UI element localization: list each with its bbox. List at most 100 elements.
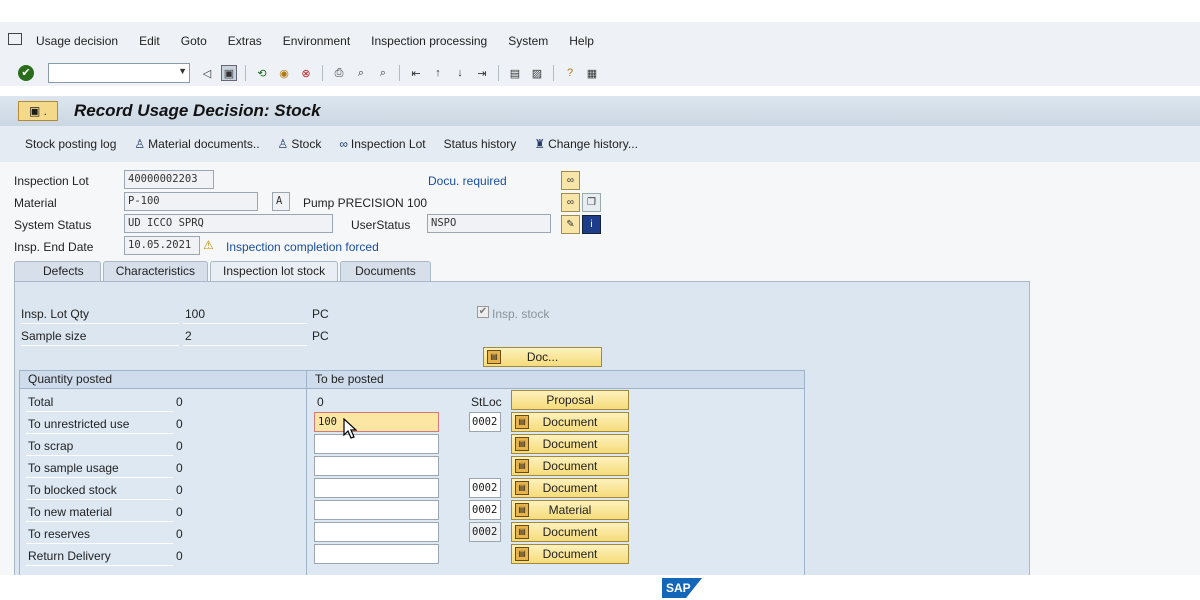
save-icon[interactable]: ▣ <box>221 65 237 81</box>
find-next-icon[interactable]: ⌕ <box>375 65 391 81</box>
menu-extras[interactable]: Extras <box>228 34 262 48</box>
material-field[interactable]: P-100 <box>124 192 258 211</box>
qp-row-value: 0 <box>176 549 183 563</box>
print-icon[interactable]: ⎙ <box>331 65 347 81</box>
inspection-lot-field[interactable]: 40000002203 <box>124 170 214 189</box>
person-icon: ♙ <box>134 137 146 151</box>
qp-row-label: To scrap <box>28 439 74 453</box>
stock-posting-log-label: Stock posting log <box>25 137 117 151</box>
inspection-lot-glasses-icon[interactable]: ∞ <box>561 171 580 190</box>
menu-goto[interactable]: Goto <box>181 34 207 48</box>
new-material-qty-input[interactable] <box>314 500 439 520</box>
document-icon: ▤ <box>515 415 529 429</box>
first-page-icon[interactable]: ⇤ <box>408 65 424 81</box>
scrap-document-button[interactable]: ▤ Document <box>511 434 629 454</box>
blocked-stock-qty-input[interactable] <box>314 478 439 498</box>
separator-line <box>183 323 307 324</box>
enter-check-icon[interactable]: ✔ <box>18 65 34 81</box>
unrestricted-sloc-input[interactable]: 0002 <box>469 412 501 432</box>
material-glasses-icon[interactable]: ∞ <box>561 193 580 212</box>
find-icon[interactable]: ⌕ <box>353 65 369 81</box>
sample-size-unit: PC <box>312 329 329 343</box>
reserves-document-button[interactable]: ▤ Document <box>511 522 629 542</box>
blocked-stock-sloc-input[interactable]: 0002 <box>469 478 501 498</box>
reserves-sloc-field: 0002 <box>469 522 501 542</box>
material-label: Material <box>14 196 57 210</box>
qp-row-value: 0 <box>176 527 183 541</box>
doc-button[interactable]: ▤ Doc... <box>483 347 602 367</box>
sample-usage-document-button[interactable]: ▤ Document <box>511 456 629 476</box>
menu-help[interactable]: Help <box>569 34 594 48</box>
stock-label: Stock <box>291 137 322 151</box>
info-icon[interactable]: i <box>582 215 601 234</box>
proposal-button-label: Proposal <box>546 393 594 407</box>
menu-system[interactable]: System <box>508 34 548 48</box>
back-arrow-icon[interactable]: ◁ <box>199 65 215 81</box>
inspection-lot-label: Inspection Lot <box>350 137 426 151</box>
tab-inspection-lot-stock[interactable]: Inspection lot stock <box>210 261 339 281</box>
layout-menu-icon[interactable]: ▦ <box>584 65 600 81</box>
return-delivery-qty-input[interactable] <box>314 544 439 564</box>
quantity-posted-header: Quantity posted <box>20 371 306 389</box>
material-flag-field: A <box>272 192 290 211</box>
return-delivery-document-button[interactable]: ▤ Document <box>511 544 629 564</box>
help-icon[interactable]: ? <box>562 65 578 81</box>
edit-status-icon[interactable]: ✎ <box>561 215 580 234</box>
user-status-field: NSPO <box>427 214 551 233</box>
insp-end-date-label: Insp. End Date <box>14 240 94 254</box>
copy-icon[interactable]: ❐ <box>582 193 601 212</box>
inspection-lot-button[interactable]: ∞ Inspection Lot <box>339 137 425 151</box>
insp-stock-label: Insp. stock <box>492 307 550 321</box>
cancel-icon[interactable]: ⊗ <box>298 65 314 81</box>
previous-page-icon[interactable]: ↑ <box>430 65 446 81</box>
blocked-stock-document-button[interactable]: ▤ Document <box>511 478 629 498</box>
exit-icon[interactable]: ◉ <box>276 65 292 81</box>
qp-row-value: 0 <box>176 461 183 475</box>
tab-documents[interactable]: Documents <box>340 261 431 281</box>
document-icon: ▤ <box>515 525 529 539</box>
menu-environment[interactable]: Environment <box>283 34 350 48</box>
scrap-qty-input[interactable] <box>314 434 439 454</box>
user-status-label: UserStatus <box>351 218 411 232</box>
title-bar: ▣ . Record Usage Decision: Stock <box>0 96 1200 126</box>
change-history-button[interactable]: ♜ Change history... <box>534 137 638 151</box>
sample-usage-qty-input[interactable] <box>314 456 439 476</box>
reserves-qty-input[interactable] <box>314 522 439 542</box>
warning-icon: ⚠ <box>203 238 214 252</box>
tab-defects[interactable]: Defects <box>14 261 101 281</box>
menu-inspection-processing[interactable]: Inspection processing <box>371 34 487 48</box>
next-page-icon[interactable]: ↓ <box>452 65 468 81</box>
new-session-icon[interactable]: ▤ <box>507 65 523 81</box>
unrestricted-qty-input[interactable]: 100 <box>314 412 439 432</box>
last-page-icon[interactable]: ⇥ <box>474 65 490 81</box>
stock-button[interactable]: ♙ Stock <box>278 137 322 151</box>
stock-posting-log-button[interactable]: Stock posting log <box>25 137 116 151</box>
new-material-sloc-input[interactable]: 0002 <box>469 500 501 520</box>
document-button-label: Document <box>542 547 598 561</box>
tbp-total-value: 0 <box>317 395 324 409</box>
qp-row-value: 0 <box>176 395 183 409</box>
separator-line <box>26 521 173 522</box>
unrestricted-document-button[interactable]: ▤ Document <box>511 412 629 432</box>
material-button-label: Material <box>548 503 592 517</box>
qp-row-value: 0 <box>176 505 183 519</box>
back-icon[interactable]: ⟲ <box>254 65 270 81</box>
toolbar-separator <box>498 65 499 81</box>
document-icon: ▤ <box>515 437 529 451</box>
menu-usage-decision[interactable]: Usage decision <box>36 34 118 48</box>
proposal-button[interactable]: Proposal <box>511 390 629 410</box>
chevron-down-icon[interactable]: ▼ <box>178 66 187 76</box>
command-field[interactable]: ▼ <box>48 63 190 83</box>
separator-line <box>26 455 173 456</box>
system-menu-icon[interactable] <box>8 33 22 45</box>
document-icon: ▤ <box>487 350 501 364</box>
toolbar-separator <box>399 65 400 81</box>
material-documents-button[interactable]: ♙ Material documents.. <box>134 137 259 151</box>
status-history-button[interactable]: Status history <box>444 137 517 151</box>
tab-characteristics[interactable]: Characteristics <box>102 261 209 281</box>
shortcut-icon[interactable]: ▨ <box>529 65 545 81</box>
transaction-icon[interactable]: ▣ . <box>18 101 58 121</box>
separator-line <box>26 433 173 434</box>
new-material-button[interactable]: ▤ Material <box>511 500 629 520</box>
menu-edit[interactable]: Edit <box>139 34 160 48</box>
